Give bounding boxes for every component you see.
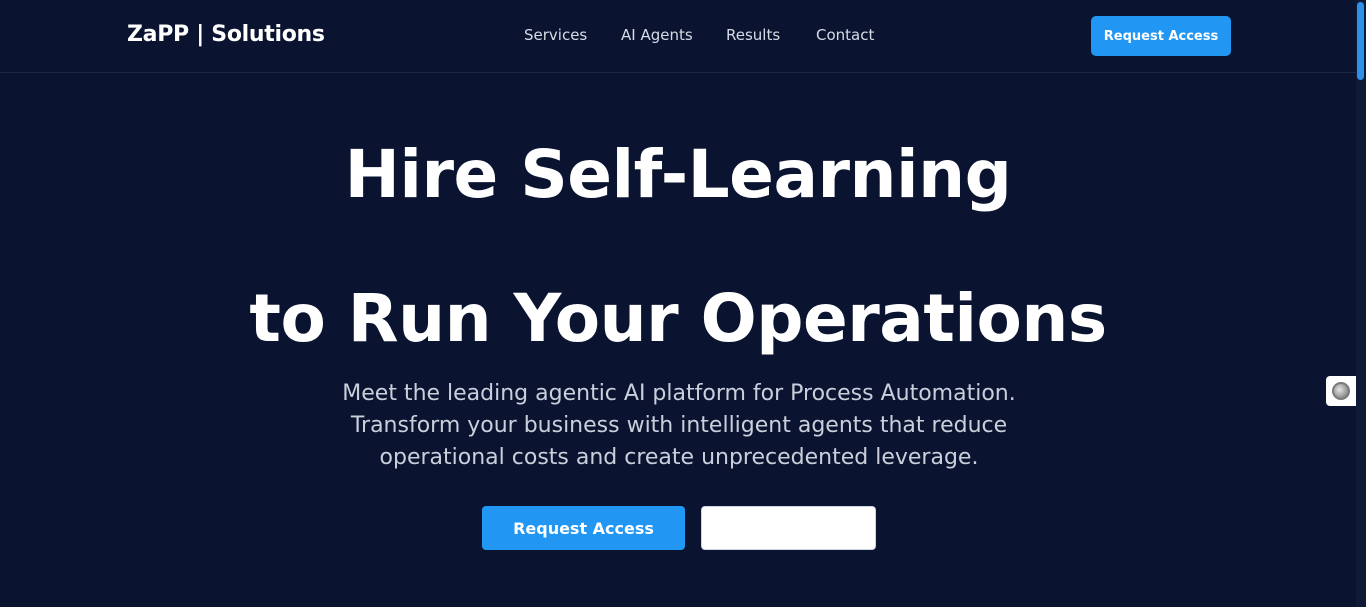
hero-secondary-button[interactable] (701, 506, 876, 550)
hero-title-line-1: Hire Self-Learning (344, 136, 1012, 213)
hero-subtitle: Meet the leading agentic AI platform for… (290, 378, 1068, 474)
logo[interactable]: ZaPP | Solutions (127, 22, 325, 47)
floating-widget-button[interactable] (1326, 376, 1356, 406)
page: ZaPP | Solutions Services AI Agents Resu… (0, 0, 1366, 607)
hero-title-line-2: to Run Your Operations (249, 280, 1107, 357)
nav-link-ai-agents[interactable]: AI Agents (621, 26, 693, 44)
hero-subtitle-line-2: Transform your business with intelligent… (350, 413, 1008, 438)
hero-subtitle-line-3: operational costs and create unprecedent… (379, 445, 979, 470)
site-header: ZaPP | Solutions Services AI Agents Resu… (0, 0, 1356, 73)
widget-circle-icon (1332, 382, 1350, 400)
nav-link-contact[interactable]: Contact (816, 26, 874, 44)
nav-link-results[interactable]: Results (726, 26, 780, 44)
nav-link-services[interactable]: Services (524, 26, 587, 44)
page-scrollbar[interactable] (1356, 0, 1366, 607)
scrollbar-thumb[interactable] (1357, 2, 1364, 80)
header-request-access-button[interactable]: Request Access (1091, 16, 1231, 56)
hero-subtitle-line-1: Meet the leading agentic AI platform for… (342, 381, 1016, 406)
hero-request-access-button[interactable]: Request Access (482, 506, 685, 550)
